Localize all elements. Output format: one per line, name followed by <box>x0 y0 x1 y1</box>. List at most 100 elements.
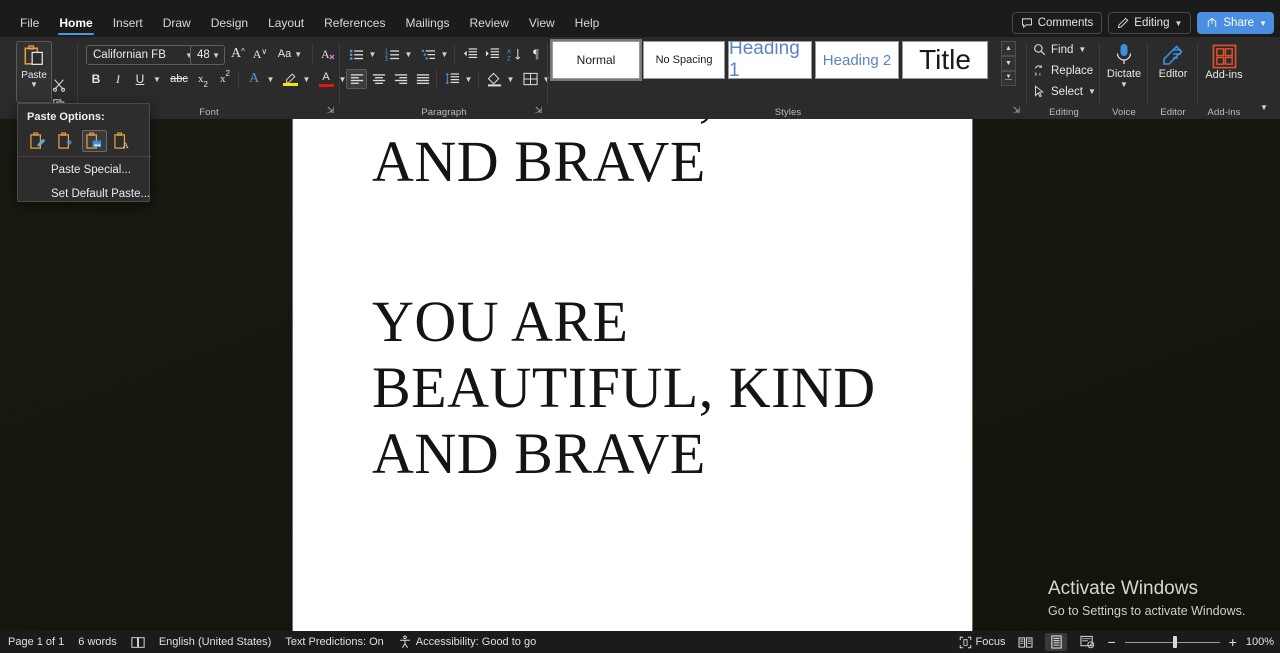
ribbon-tab-help[interactable]: Help <box>565 9 610 37</box>
show-formatting-marks-button[interactable]: ¶ <box>526 44 546 64</box>
font-size-input[interactable]: 48 ▼ <box>190 45 225 65</box>
text-effects-button[interactable]: A <box>244 69 264 89</box>
zoom-out-button[interactable]: − <box>1107 634 1115 650</box>
collapse-ribbon-button[interactable]: ▼ <box>1254 99 1274 115</box>
document-paragraph-2[interactable]: YOU ARE BEAUTIFUL, KIND AND BRAVE <box>372 289 892 487</box>
font-color-button[interactable]: A <box>316 69 336 89</box>
font-dialog-launcher[interactable]: ⇲ <box>325 105 336 116</box>
line-spacing-dropdown[interactable]: ▼ <box>462 69 475 89</box>
cut-button[interactable] <box>52 78 72 94</box>
increase-indent-button[interactable] <box>482 44 502 64</box>
style-heading-1[interactable]: Heading 1 <box>728 41 812 79</box>
italic-button[interactable]: I <box>108 69 128 89</box>
underline-dropdown[interactable]: ▼ <box>150 69 164 89</box>
ribbon-tab-view[interactable]: View <box>519 9 565 37</box>
paste-button[interactable]: Paste ▼ <box>16 41 52 103</box>
proofing-button[interactable] <box>131 636 145 649</box>
accessibility-status[interactable]: Accessibility: Good to go <box>398 635 536 649</box>
justify-button[interactable] <box>412 69 433 89</box>
divider <box>454 45 455 63</box>
comments-button[interactable]: Comments <box>1011 12 1103 34</box>
ribbon-tab-insert[interactable]: Insert <box>103 9 153 37</box>
style-title[interactable]: Title <box>902 41 988 79</box>
document-area[interactable]: BEAUTIFUL, KIND AND BRAVE YOU ARE BEAUTI… <box>0 119 1280 631</box>
focus-button[interactable]: Focus <box>959 636 1005 649</box>
chevron-down-icon[interactable]: ▼ <box>30 81 38 89</box>
view-print-layout-button[interactable] <box>1045 633 1068 651</box>
replace-button[interactable]: b c Replace <box>1033 64 1094 78</box>
ribbon-tab-design[interactable]: Design <box>201 9 258 37</box>
paste-option-picture[interactable] <box>82 130 107 152</box>
ribbon-tab-home[interactable]: Home <box>49 9 102 37</box>
ribbon-tab-file[interactable]: File <box>10 9 49 37</box>
find-button[interactable]: Find ▼ <box>1033 43 1086 56</box>
styles-dialog-launcher[interactable]: ⇲ <box>1011 105 1022 116</box>
page-count[interactable]: Page 1 of 1 <box>8 636 64 648</box>
editing-mode-button[interactable]: Editing ▼ <box>1108 12 1192 34</box>
paste-option-keep-text-only[interactable]: A <box>110 130 135 152</box>
editor-button[interactable]: Editor <box>1152 44 1194 80</box>
share-button[interactable]: Share ▼ <box>1197 12 1274 34</box>
sort-button[interactable]: A Z <box>504 44 524 64</box>
word-count[interactable]: 6 words <box>78 636 117 648</box>
line-spacing-button[interactable] <box>442 69 462 89</box>
zoom-slider[interactable] <box>1124 635 1220 649</box>
ribbon-tab-layout[interactable]: Layout <box>258 9 314 37</box>
styles-scroll-up[interactable]: ▲ <box>1001 41 1016 56</box>
zoom-in-button[interactable]: + <box>1229 634 1237 650</box>
document-paragraph-1[interactable]: BEAUTIFUL, KIND AND BRAVE <box>372 119 892 195</box>
font-name-input[interactable]: Californian FB ▼ <box>86 45 198 65</box>
paste-option-keep-source-formatting[interactable] <box>26 130 51 152</box>
paste-option-merge-formatting[interactable] <box>54 130 79 152</box>
underline-button[interactable]: U <box>130 69 150 89</box>
align-center-button[interactable] <box>368 69 389 89</box>
set-default-paste-item[interactable]: Set Default Paste... <box>18 182 151 206</box>
style-no-spacing[interactable]: No Spacing <box>643 41 725 79</box>
shrink-font-button[interactable]: A ∨ <box>250 44 270 64</box>
view-web-layout-button[interactable] <box>1076 633 1098 651</box>
chevron-down-icon[interactable]: ▼ <box>212 51 220 60</box>
paragraph-dialog-launcher[interactable]: ⇲ <box>533 105 544 116</box>
grow-font-button[interactable]: A ^ <box>228 44 248 64</box>
numbering-dropdown[interactable]: ▼ <box>402 44 415 64</box>
ribbon-tab-review[interactable]: Review <box>460 9 519 37</box>
style-normal[interactable]: Normal <box>550 39 642 81</box>
bullets-button[interactable] <box>346 44 366 64</box>
shading-button[interactable] <box>484 69 504 89</box>
shading-dropdown[interactable]: ▼ <box>504 69 517 89</box>
styles-more-button[interactable]: ▼ — <box>1001 71 1016 86</box>
text-predictions-status[interactable]: Text Predictions: On <box>285 636 383 648</box>
zoom-slider-thumb[interactable] <box>1172 636 1177 648</box>
dictate-button[interactable]: Dictate ▼ <box>1104 42 1144 89</box>
bold-button[interactable]: B <box>86 69 106 89</box>
decrease-indent-button[interactable] <box>460 44 480 64</box>
paste-special-item[interactable]: Paste Special... <box>18 158 151 182</box>
select-button[interactable]: Select ▼ <box>1033 85 1096 98</box>
highlight-color-button[interactable] <box>280 69 300 89</box>
clear-formatting-button[interactable]: A <box>318 44 340 64</box>
styles-scroll-down[interactable]: ▼ <box>1001 56 1016 71</box>
numbering-button[interactable]: 1 2 3 <box>382 44 402 64</box>
ribbon-tab-draw[interactable]: Draw <box>153 9 201 37</box>
document-page[interactable]: BEAUTIFUL, KIND AND BRAVE YOU ARE BEAUTI… <box>293 119 972 631</box>
subscript-button[interactable]: x2 <box>193 69 213 89</box>
align-left-button[interactable] <box>346 69 367 89</box>
view-read-mode-button[interactable] <box>1014 633 1036 651</box>
language-status[interactable]: English (United States) <box>159 636 272 648</box>
strikethrough-button[interactable]: abc <box>168 69 190 89</box>
highlight-dropdown[interactable]: ▼ <box>300 69 313 89</box>
addins-button[interactable]: Add-ins <box>1202 44 1246 81</box>
style-heading-2[interactable]: Heading 2 <box>815 41 899 79</box>
focus-icon <box>959 636 971 648</box>
align-right-button[interactable] <box>390 69 411 89</box>
ribbon-tab-mailings[interactable]: Mailings <box>395 9 459 37</box>
change-case-button[interactable]: Aa ▼ <box>274 44 306 64</box>
multilevel-list-button[interactable] <box>418 44 438 64</box>
ribbon-tab-references[interactable]: References <box>314 9 395 37</box>
zoom-level[interactable]: 100% <box>1246 636 1274 648</box>
superscript-button[interactable]: x2 <box>215 69 235 89</box>
multilevel-dropdown[interactable]: ▼ <box>438 44 451 64</box>
borders-button[interactable] <box>520 69 540 89</box>
bullets-dropdown[interactable]: ▼ <box>366 44 379 64</box>
text-effects-dropdown[interactable]: ▼ <box>264 69 277 89</box>
